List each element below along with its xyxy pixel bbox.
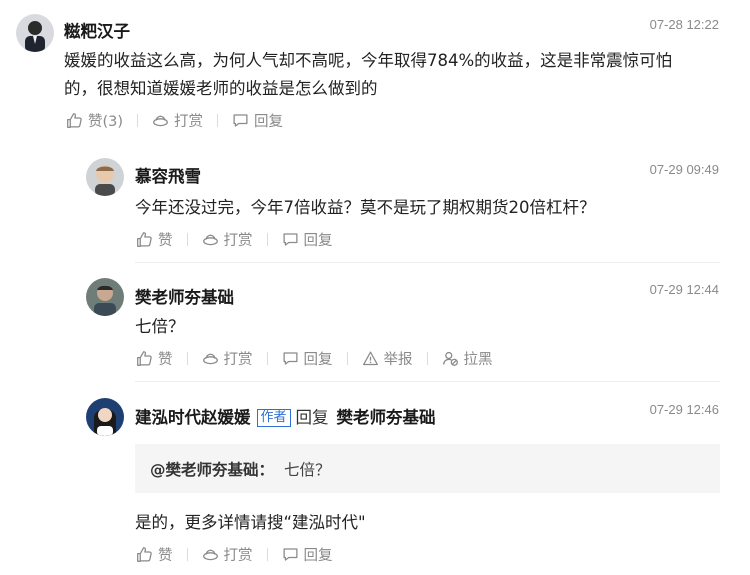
tip-label: 打赏 <box>174 114 204 130</box>
divider <box>137 114 139 127</box>
quoted-text: 七倍？ <box>284 460 331 479</box>
reply-bubble-icon <box>282 352 298 365</box>
divider <box>266 352 268 365</box>
tip-coin-icon <box>202 353 218 365</box>
tip-coin-icon <box>202 549 218 561</box>
reply-divider <box>135 262 720 263</box>
tip-button[interactable]: 打赏 <box>202 348 253 369</box>
comment-actions: 赞 打赏 回复 举报 拉黑 <box>136 348 493 369</box>
comment-text: 七倍？ <box>135 317 185 336</box>
like-button[interactable]: 赞 <box>136 229 173 250</box>
comment-time: 07-28 12:22 <box>649 17 719 32</box>
avatar[interactable] <box>86 158 124 196</box>
like-label: 赞 <box>158 548 173 564</box>
reply-target-user[interactable]: 樊老师夯基础 <box>337 408 436 427</box>
comment-time: 07-29 12:46 <box>649 402 719 417</box>
reply-label: 回复 <box>303 548 333 564</box>
like-button[interactable]: 赞 <box>136 348 173 369</box>
reply-label: 回复 <box>254 114 284 130</box>
reply-divider <box>135 381 720 382</box>
author-badge: 作者 <box>256 409 291 427</box>
comment-text-line: 媛媛的收益这么高，为何人气却不高呢，今年取得784%的收益，这是非常震惊可怕 <box>64 51 673 70</box>
block-label: 拉黑 <box>463 352 493 368</box>
comment-text: 媛媛的收益这么高，为何人气却不高呢，今年取得784%的收益，这是非常震惊可怕 的… <box>64 47 734 103</box>
comment-text-line: 的，很想知道媛媛老师的收益是怎么做到的 <box>64 79 378 98</box>
avatar[interactable] <box>16 14 54 52</box>
thumbs-up-icon <box>137 547 152 562</box>
reply-button[interactable]: 回复 <box>282 348 333 369</box>
reply-label: 回复 <box>303 352 333 368</box>
divider <box>426 352 428 365</box>
comment-author[interactable]: 建泓时代赵媛媛 <box>135 408 251 427</box>
comment-time: 07-29 12:44 <box>649 282 719 297</box>
comment-author[interactable]: 慕容飛雪 <box>135 163 201 187</box>
thumbs-up-icon <box>137 232 152 247</box>
like-label: 赞 <box>158 352 173 368</box>
avatar[interactable] <box>86 278 124 316</box>
comment-actions: 赞(3) 打赏 回复 <box>66 110 283 131</box>
quoted-author[interactable]: @樊老师夯基础： <box>150 458 274 480</box>
comment-actions: 赞 打赏 回复 <box>136 544 333 565</box>
tip-label: 打赏 <box>223 233 253 249</box>
comment-text: 是的，更多详情请搜“建泓时代" <box>135 513 366 532</box>
comment-actions: 赞 打赏 回复 <box>136 229 333 250</box>
reply-bubble-icon <box>282 548 298 561</box>
comment-author[interactable]: 樊老师夯基础 <box>135 284 234 308</box>
divider <box>266 548 268 561</box>
divider <box>186 233 188 246</box>
quoted-comment: @樊老师夯基础： 七倍？ <box>135 444 720 493</box>
warning-icon <box>362 351 378 366</box>
reply-bubble-icon <box>282 233 298 246</box>
comment-text: 今年还没过完，今年7倍收益？莫不是玩了期权期货20倍杠杆？ <box>135 198 596 217</box>
reply-label: 回复 <box>303 233 333 249</box>
block-user-icon <box>442 351 458 366</box>
report-label: 举报 <box>383 352 413 368</box>
reply-bubble-icon <box>233 114 248 127</box>
thumbs-up-icon <box>67 113 82 128</box>
comment-author[interactable]: 糍粑汉子 <box>64 18 130 42</box>
comment-time: 07-29 09:49 <box>649 162 719 177</box>
comment-author-line: 建泓时代赵媛媛 作者 回复 樊老师夯基础 <box>135 404 436 428</box>
like-button[interactable]: 赞(3) <box>66 110 123 131</box>
tip-coin-icon <box>202 234 218 246</box>
avatar[interactable] <box>86 398 124 436</box>
divider <box>186 352 188 365</box>
divider <box>266 233 268 246</box>
reply-word: 回复 <box>295 408 329 427</box>
tip-button[interactable]: 打赏 <box>202 544 253 565</box>
tip-button[interactable]: 打赏 <box>202 229 253 250</box>
block-button[interactable]: 拉黑 <box>442 348 493 369</box>
tip-label: 打赏 <box>223 548 253 564</box>
divider <box>346 352 348 365</box>
like-label: 赞 <box>158 233 173 249</box>
reply-button[interactable]: 回复 <box>282 544 333 565</box>
reply-button[interactable]: 回复 <box>282 229 333 250</box>
reply-button[interactable]: 回复 <box>232 110 283 131</box>
tip-label: 打赏 <box>223 352 253 368</box>
like-label: 赞(3) <box>88 114 124 130</box>
tip-button[interactable]: 打赏 <box>152 110 203 131</box>
tip-coin-icon <box>153 115 168 127</box>
like-button[interactable]: 赞 <box>136 544 173 565</box>
thumbs-up-icon <box>137 351 152 366</box>
divider <box>217 114 219 127</box>
report-button[interactable]: 举报 <box>362 348 413 369</box>
divider <box>186 548 188 561</box>
